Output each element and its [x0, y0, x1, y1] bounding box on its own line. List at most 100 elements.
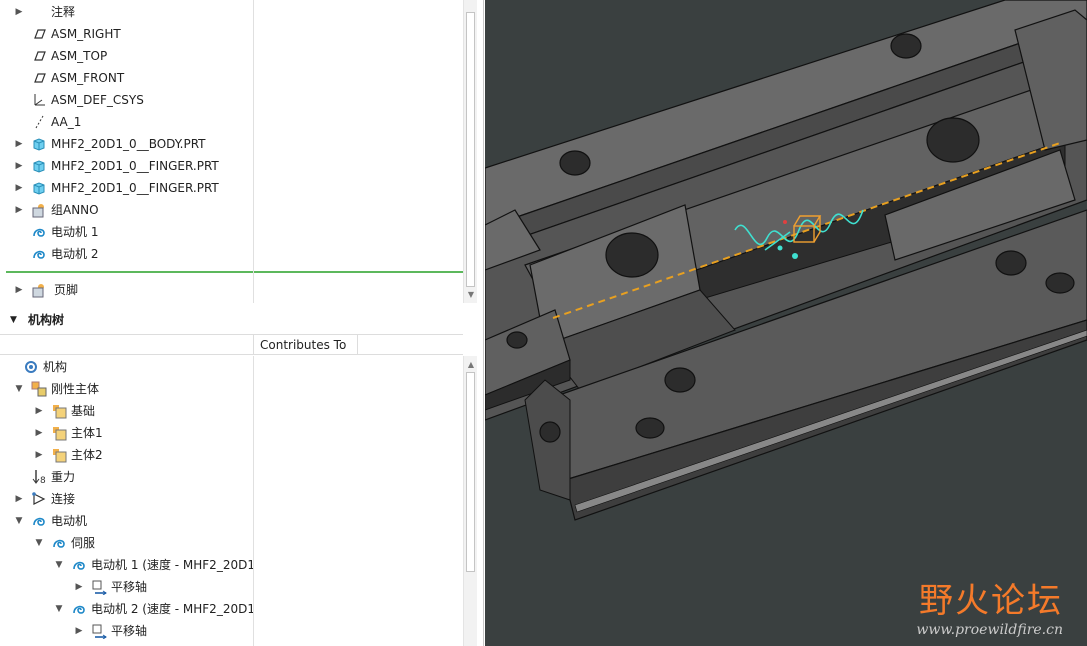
datum-plane-icon — [31, 70, 47, 86]
tree-row[interactable]: ▶ 主体1 — [0, 422, 253, 444]
tree-row[interactable]: AA_1 — [0, 111, 253, 133]
tree-row[interactable]: ▼ 伺服 — [0, 532, 253, 554]
scrollbar-thumb[interactable] — [466, 12, 475, 287]
body-icon — [51, 447, 67, 463]
tree-item-label: 伺服 — [71, 536, 96, 550]
tree-item-label: 主体1 — [71, 426, 103, 440]
expand-toggle-icon[interactable]: ▶ — [13, 488, 25, 510]
tree-row[interactable]: ▼ 电动机 2 (速度 - MHF2_20D1 — [0, 598, 253, 620]
tree-item-label: ASM_TOP — [51, 49, 108, 63]
body-icon — [51, 403, 67, 419]
mechanism-tree-header[interactable]: ▼ 机构树 — [0, 308, 463, 332]
group-icon — [31, 202, 47, 218]
datum-plane-icon — [31, 48, 47, 64]
tree-row[interactable]: ▶ 连接 — [0, 488, 253, 510]
svg-text:8: 8 — [40, 476, 46, 485]
tree-row-footer[interactable]: ▶ 页脚 — [0, 279, 253, 301]
expand-toggle-icon[interactable]: ▶ — [33, 400, 45, 422]
tree-row[interactable]: ▶ MHF2_20D1_0__BODY.PRT — [0, 133, 253, 155]
tree-item-label: MHF2_20D1_0__FINGER.PRT — [51, 181, 219, 195]
left-panel: ▶ 注释 ASM_RIGHT ASM_TOP ASM_FRONT ASM_DEF_CSYS… — [0, 0, 484, 646]
datum-plane-icon — [31, 26, 47, 42]
expand-toggle-icon[interactable]: ▶ — [13, 177, 25, 199]
tree-row[interactable]: ASM_FRONT — [0, 67, 253, 89]
scroll-up-arrow-icon[interactable]: ▲ — [466, 360, 476, 370]
column-header-contributes-to[interactable]: Contributes To — [253, 335, 358, 355]
tree-row[interactable]: 机构 — [0, 356, 253, 378]
expand-toggle-icon[interactable]: ▶ — [13, 1, 25, 23]
part-icon — [31, 180, 47, 196]
tree-item-label: MHF2_20D1_0__BODY.PRT — [51, 137, 206, 151]
expand-toggle-icon[interactable]: ▼ — [53, 554, 65, 576]
mechanism-icon — [23, 359, 39, 375]
tree-row[interactable]: ASM_RIGHT — [0, 23, 253, 45]
tree-row[interactable]: ASM_DEF_CSYS — [0, 89, 253, 111]
expand-toggle-icon[interactable]: ▼ — [13, 510, 25, 532]
tree-row[interactable]: ▶ MHF2_20D1_0__FINGER.PRT — [0, 177, 253, 199]
3d-viewport[interactable]: 野火论坛 www.proewildfire.cn — [485, 0, 1087, 646]
tree-row[interactable]: ▼ 电动机 1 (速度 - MHF2_20D1 — [0, 554, 253, 576]
tree-row[interactable]: ▶ 平移轴 — [0, 576, 253, 598]
tree-row[interactable]: 8 重力 — [0, 466, 253, 488]
expand-toggle-icon[interactable]: ▶ — [33, 422, 45, 444]
tree-item-label: 电动机 2 (速度 - MHF2_20D1 — [91, 602, 253, 616]
tree-row[interactable]: ASM_TOP — [0, 45, 253, 67]
column-separator — [253, 0, 254, 303]
tree-item-label: 电动机 1 — [51, 225, 99, 239]
motor-icon — [31, 513, 47, 529]
tree-item-label: 电动机 2 — [51, 247, 99, 261]
watermark-url: www.proewildfire.cn — [916, 622, 1063, 638]
watermark: 野火论坛 www.proewildfire.cn — [916, 573, 1063, 638]
watermark-title: 野火论坛 — [919, 581, 1063, 621]
scroll-down-arrow-icon[interactable]: ▼ — [466, 290, 476, 300]
tree-item-label: 机构 — [43, 360, 68, 374]
model-tree-scrollbar[interactable]: ▼ — [463, 0, 477, 303]
connection-icon — [31, 491, 47, 507]
tree-item-label: 电动机 1 (速度 - MHF2_20D1 — [91, 558, 253, 572]
expand-toggle-icon[interactable]: ▶ — [13, 133, 25, 155]
expand-toggle-icon[interactable]: ▼ — [13, 378, 25, 400]
tree-item-label: 平移轴 — [111, 624, 148, 638]
tree-row[interactable]: ▶ 基础 — [0, 400, 253, 422]
tree-item-label: 平移轴 — [111, 580, 148, 594]
expand-toggle-icon[interactable]: ▼ — [33, 532, 45, 554]
column-separator — [253, 356, 254, 646]
motor-icon — [71, 601, 87, 617]
tree-row[interactable]: ▼ 刚性主体 — [0, 378, 253, 400]
tree-item-label: 页脚 — [54, 283, 79, 297]
mechanism-tree: 机构 ▼ 刚性主体 ▶ 基础 ▶ 主体1 ▶ 主体2 8 重力 ▶ 连接 ▼ 电动机 ▼ 伺服 ▼ 电动机 1 (速… — [0, 356, 463, 646]
tree-item-label: MHF2_20D1_0__FINGER.PRT — [51, 159, 219, 173]
rigid-body-icon — [31, 381, 47, 397]
part-icon — [31, 158, 47, 174]
part-icon — [31, 136, 47, 152]
gripper-model-render[interactable] — [485, 0, 1087, 646]
expand-toggle-icon[interactable]: ▶ — [13, 155, 25, 177]
expand-toggle-icon[interactable]: ▼ — [53, 598, 65, 620]
scrollbar-thumb[interactable] — [466, 372, 475, 572]
tree-item-label: 组ANNO — [51, 203, 99, 217]
motor-icon — [71, 557, 87, 573]
csys-icon — [31, 92, 47, 108]
tree-row[interactable]: 电动机 1 — [0, 221, 253, 243]
tree-item-label: ASM_RIGHT — [51, 27, 121, 41]
mechanism-tree-scrollbar[interactable]: ▲ — [463, 356, 477, 646]
expand-toggle-icon[interactable]: ▶ — [73, 576, 85, 598]
tree-row[interactable]: ▶ 注释 — [0, 1, 253, 23]
tree-item-label: 电动机 — [51, 514, 88, 528]
expand-toggle-icon[interactable]: ▶ — [13, 279, 25, 301]
translation-axis-icon — [91, 623, 107, 640]
expand-toggle-icon[interactable]: ▶ — [13, 199, 25, 221]
tree-row[interactable]: ▶ 平移轴 — [0, 620, 253, 642]
tree-row[interactable]: 电动机 2 — [0, 243, 253, 265]
collapse-icon[interactable]: ▼ — [10, 308, 17, 332]
tree-item-label: 重力 — [51, 470, 76, 484]
tree-row[interactable]: ▶ MHF2_20D1_0__FINGER.PRT — [0, 155, 253, 177]
tree-row[interactable]: ▼ 电动机 — [0, 510, 253, 532]
tree-item-label: ASM_DEF_CSYS — [51, 93, 144, 107]
expand-toggle-icon[interactable]: ▶ — [73, 620, 85, 642]
expand-toggle-icon[interactable]: ▶ — [33, 444, 45, 466]
tree-item-label: 主体2 — [71, 448, 103, 462]
tree-row[interactable]: ▶ 主体2 — [0, 444, 253, 466]
mechanism-tree-title: 机构树 — [28, 313, 65, 327]
tree-row[interactable]: ▶ 组ANNO — [0, 199, 253, 221]
